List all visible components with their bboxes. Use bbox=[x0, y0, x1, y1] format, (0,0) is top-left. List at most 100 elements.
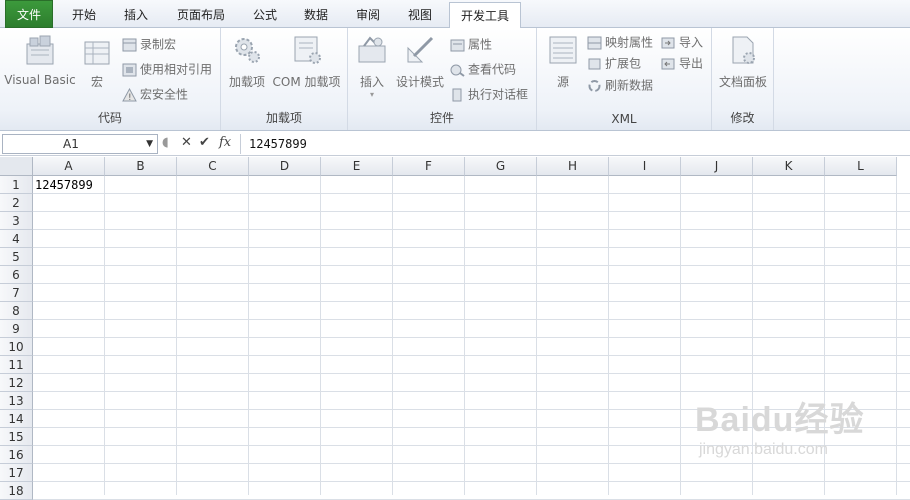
grid-hline bbox=[33, 211, 910, 212]
macros-button[interactable]: 宏 bbox=[80, 34, 114, 90]
select-all-corner[interactable] bbox=[0, 157, 33, 176]
column-header[interactable]: A bbox=[33, 157, 105, 176]
formula-bar: A1 ▼ ◖ ✕ ✔ fx 12457899 bbox=[0, 132, 910, 156]
grid-hline bbox=[33, 337, 910, 338]
row-header[interactable]: 18 bbox=[0, 482, 33, 500]
grid-hline bbox=[33, 247, 910, 248]
row-header[interactable]: 4 bbox=[0, 230, 33, 248]
column-header[interactable]: K bbox=[753, 157, 825, 176]
column-header[interactable]: H bbox=[537, 157, 609, 176]
insert-control-label: 插入 bbox=[359, 75, 384, 89]
formula-input[interactable]: 12457899 bbox=[240, 134, 908, 154]
row-header[interactable]: 8 bbox=[0, 302, 33, 320]
tab-formulas[interactable]: 公式 bbox=[243, 2, 287, 28]
tab-data[interactable]: 数据 bbox=[294, 2, 338, 28]
import-icon bbox=[661, 37, 675, 48]
run-dialog-button[interactable]: 执行对话框 bbox=[450, 85, 528, 103]
row-header[interactable]: 17 bbox=[0, 464, 33, 482]
column-header[interactable]: C bbox=[177, 157, 249, 176]
column-header[interactable]: B bbox=[105, 157, 177, 176]
grid-vline bbox=[104, 176, 105, 495]
gear-icon bbox=[235, 38, 260, 63]
column-header[interactable]: E bbox=[321, 157, 393, 176]
design-mode-button[interactable]: 设计模式 bbox=[394, 34, 446, 90]
insert-control-button[interactable]: 插入 ▾ bbox=[352, 34, 392, 99]
grid-vline bbox=[680, 176, 681, 495]
row-header[interactable]: 11 bbox=[0, 356, 33, 374]
visual-basic-button[interactable]: Visual Basic bbox=[4, 34, 76, 87]
ribbon: Visual Basic 宏 录制宏 使用相对引用 ! 宏安全性 代码 加载项 … bbox=[0, 28, 910, 131]
tab-home[interactable]: 开始 bbox=[60, 2, 108, 28]
row-header[interactable]: 3 bbox=[0, 212, 33, 230]
properties-icon bbox=[450, 39, 465, 51]
tab-view[interactable]: 视图 bbox=[398, 2, 442, 28]
com-addins-button[interactable]: COM 加载项 bbox=[269, 34, 344, 90]
cell-a1[interactable]: 12457899 bbox=[33, 176, 105, 194]
grid-hline bbox=[33, 283, 910, 284]
view-code-label: 查看代码 bbox=[468, 62, 517, 77]
expansion-packs-button[interactable]: 扩展包 bbox=[587, 54, 641, 72]
com-addins-label: COM 加载项 bbox=[272, 75, 341, 89]
column-header[interactable]: L bbox=[825, 157, 897, 176]
grid-vline bbox=[176, 176, 177, 495]
expand-handle-icon[interactable]: ◖ bbox=[162, 135, 169, 150]
row-header[interactable]: 10 bbox=[0, 338, 33, 356]
row-header[interactable]: 16 bbox=[0, 446, 33, 464]
cancel-icon[interactable]: ✕ bbox=[181, 135, 192, 150]
row-header[interactable]: 12 bbox=[0, 374, 33, 392]
import-label: 导入 bbox=[679, 35, 704, 50]
group-code-label: 代码 bbox=[97, 111, 122, 125]
tab-file[interactable]: 文件 bbox=[5, 0, 53, 28]
grid-vline bbox=[392, 176, 393, 495]
tab-review[interactable]: 审阅 bbox=[346, 2, 390, 28]
column-header[interactable]: J bbox=[681, 157, 753, 176]
map-properties-icon bbox=[587, 36, 602, 49]
row-header[interactable]: 6 bbox=[0, 266, 33, 284]
row-header[interactable]: 13 bbox=[0, 392, 33, 410]
column-header[interactable]: D bbox=[249, 157, 321, 176]
refresh-icon bbox=[588, 79, 601, 92]
row-header[interactable]: 2 bbox=[0, 194, 33, 212]
row-header[interactable]: 14 bbox=[0, 410, 33, 428]
row-header[interactable]: 15 bbox=[0, 428, 33, 446]
addins-button[interactable]: 加载项 bbox=[226, 34, 268, 90]
macros-label: 宏 bbox=[90, 75, 103, 89]
baidu-watermark: Baidu经验 jingyan.baidu.com bbox=[695, 392, 864, 459]
macro-security-button[interactable]: ! 宏安全性 bbox=[122, 85, 188, 103]
view-code-button[interactable]: 查看代码 bbox=[450, 60, 516, 78]
export-button[interactable]: 导出 bbox=[661, 54, 703, 72]
import-button[interactable]: 导入 bbox=[661, 33, 703, 51]
refresh-data-button[interactable]: 刷新数据 bbox=[587, 76, 653, 94]
svg-text:!: ! bbox=[128, 93, 132, 102]
grid-hline bbox=[33, 265, 910, 266]
record-macro-button[interactable]: 录制宏 bbox=[122, 35, 176, 53]
xml-source-button[interactable]: 源 bbox=[545, 34, 581, 90]
insert-function-icon[interactable]: fx bbox=[219, 135, 231, 150]
row-header[interactable]: 7 bbox=[0, 284, 33, 302]
row-header[interactable]: 5 bbox=[0, 248, 33, 266]
document-panel-button[interactable]: 文档面板 bbox=[715, 34, 771, 90]
tab-developer[interactable]: 开发工具 bbox=[449, 2, 521, 29]
grid-hline bbox=[33, 319, 910, 320]
grid-vline bbox=[608, 176, 609, 495]
map-properties-button[interactable]: 映射属性 bbox=[587, 33, 653, 51]
column-header[interactable]: F bbox=[393, 157, 465, 176]
relative-refs-button[interactable]: 使用相对引用 bbox=[122, 60, 212, 78]
column-header[interactable]: I bbox=[609, 157, 681, 176]
grid-hline bbox=[33, 463, 910, 464]
xml-source-icon bbox=[549, 36, 577, 64]
tab-page-layout[interactable]: 页面布局 bbox=[168, 2, 234, 28]
group-addins: 加载项 COM 加载项 加载项 bbox=[221, 28, 348, 130]
tab-insert[interactable]: 插入 bbox=[112, 2, 160, 28]
properties-button[interactable]: 属性 bbox=[450, 35, 492, 53]
refresh-data-label: 刷新数据 bbox=[605, 78, 654, 93]
enter-check-icon[interactable]: ✔ bbox=[199, 135, 210, 150]
chevron-down-icon[interactable]: ▼ bbox=[146, 135, 153, 153]
watermark-brand: Baidu经验 bbox=[695, 401, 865, 439]
macros-icon bbox=[84, 41, 110, 65]
row-header[interactable]: 1 bbox=[0, 176, 33, 194]
macro-security-label: 宏安全性 bbox=[140, 87, 189, 102]
row-header[interactable]: 9 bbox=[0, 320, 33, 338]
name-box[interactable]: A1 ▼ bbox=[2, 134, 158, 154]
column-header[interactable]: G bbox=[465, 157, 537, 176]
